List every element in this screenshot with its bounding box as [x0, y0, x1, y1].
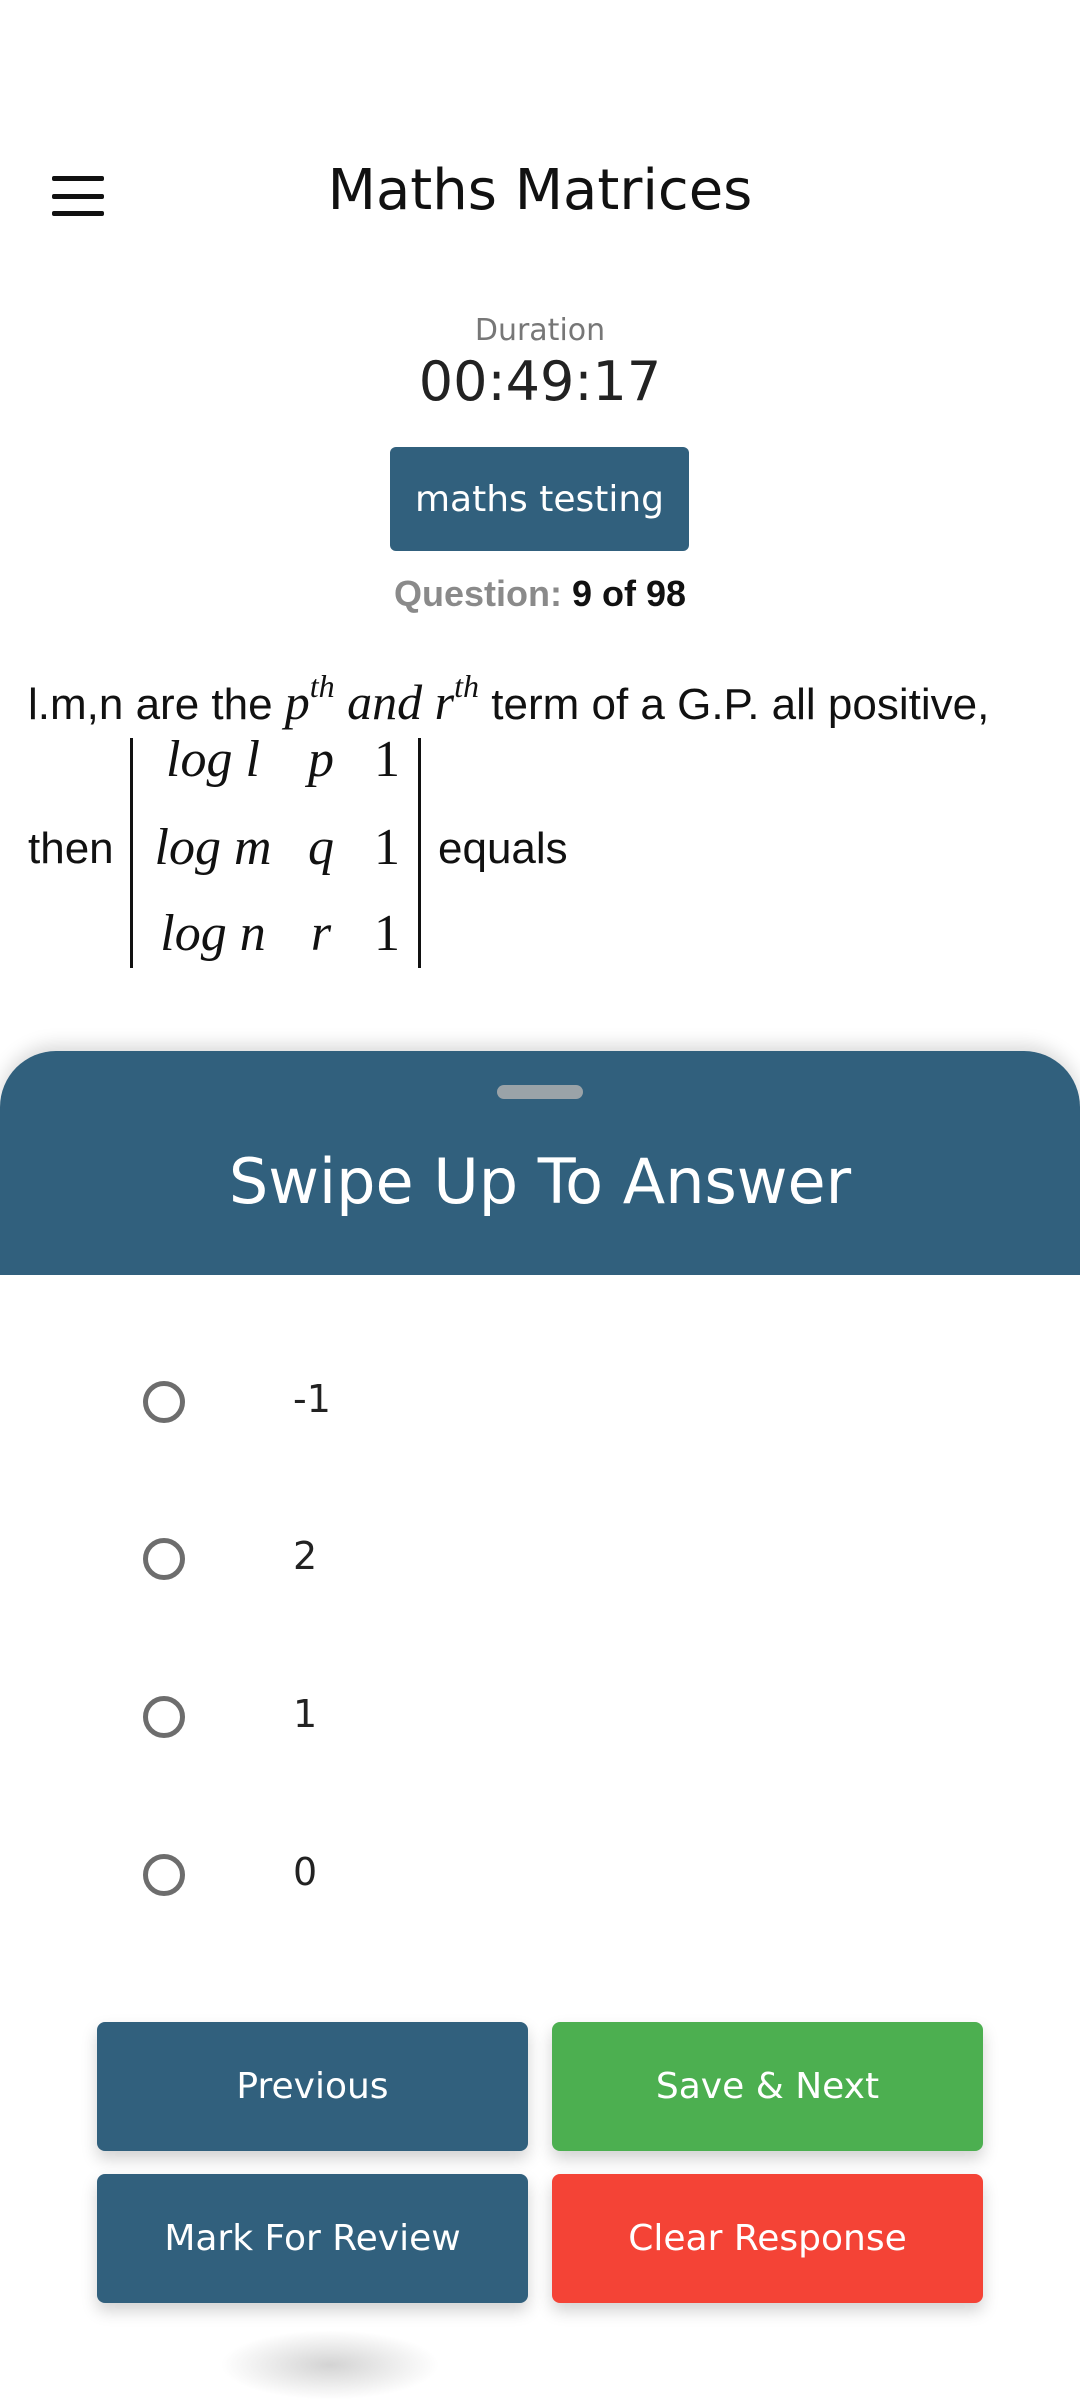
exam-screen: Maths Matrices Duration 00:49:17 maths t… — [0, 0, 1080, 2400]
question-counter-value: 9 of 98 — [571, 573, 687, 614]
question-text-part: term of a G.P. all positive, — [479, 680, 990, 729]
sheet-header[interactable]: Swipe Up To Answer — [0, 1051, 1080, 1275]
math-p: pth and rth — [284, 668, 480, 730]
determinant-cell: log m — [154, 819, 272, 876]
determinant-left-bar — [130, 738, 133, 968]
background-blur — [220, 2330, 440, 2400]
question-text-part: l.m,n are the — [28, 680, 285, 729]
duration-timer: 00:49:17 — [418, 350, 662, 413]
question-counter: Question: 9 of 98 — [0, 573, 1080, 615]
question-then: then — [28, 824, 114, 873]
answer-option[interactable]: 0 — [120, 1828, 960, 1928]
mark-for-review-button[interactable]: Mark For Review — [97, 2174, 528, 2303]
drag-handle[interactable] — [497, 1085, 583, 1099]
previous-button[interactable]: Previous — [97, 2022, 528, 2151]
sheet-title: Swipe Up To Answer — [228, 1145, 852, 1218]
determinant-cell: log n — [160, 905, 266, 962]
clear-response-button[interactable]: Clear Response — [552, 2174, 983, 2303]
question-text: l.m,n are the pth and rth term of a G.P.… — [28, 668, 989, 731]
answer-option-label: 0 — [293, 1850, 318, 1894]
question-counter-label: Question: — [393, 573, 562, 614]
determinant-right-bar — [418, 738, 421, 968]
determinant-cell: r — [310, 905, 332, 962]
determinant-cell: 1 — [374, 731, 400, 788]
determinant-cell: log l — [166, 731, 260, 788]
radio-button[interactable] — [143, 1381, 185, 1423]
page-title: Maths Matrices — [327, 158, 753, 223]
determinant-cell: q — [308, 819, 334, 876]
radio-button[interactable] — [143, 1696, 185, 1738]
determinant-cell: 1 — [374, 905, 400, 962]
answer-option[interactable]: 2 — [120, 1512, 960, 1612]
question-determinant-line: then log l p 1 log m q 1 log n r 1 equal… — [28, 731, 1048, 970]
answer-option-label: 1 — [293, 1692, 318, 1736]
section-button[interactable]: maths testing — [390, 447, 689, 551]
question-equals: equals — [438, 824, 568, 873]
save-next-button[interactable]: Save & Next — [552, 2022, 983, 2151]
answer-option[interactable]: 1 — [120, 1670, 960, 1770]
answer-option[interactable]: -1 — [120, 1355, 960, 1455]
duration-label: Duration — [474, 313, 606, 348]
answer-option-label: 2 — [293, 1534, 318, 1578]
determinant-cell: 1 — [374, 819, 400, 876]
radio-button[interactable] — [143, 1854, 185, 1896]
radio-button[interactable] — [143, 1538, 185, 1580]
answer-option-label: -1 — [293, 1377, 331, 1421]
determinant-cell: p — [308, 731, 334, 788]
